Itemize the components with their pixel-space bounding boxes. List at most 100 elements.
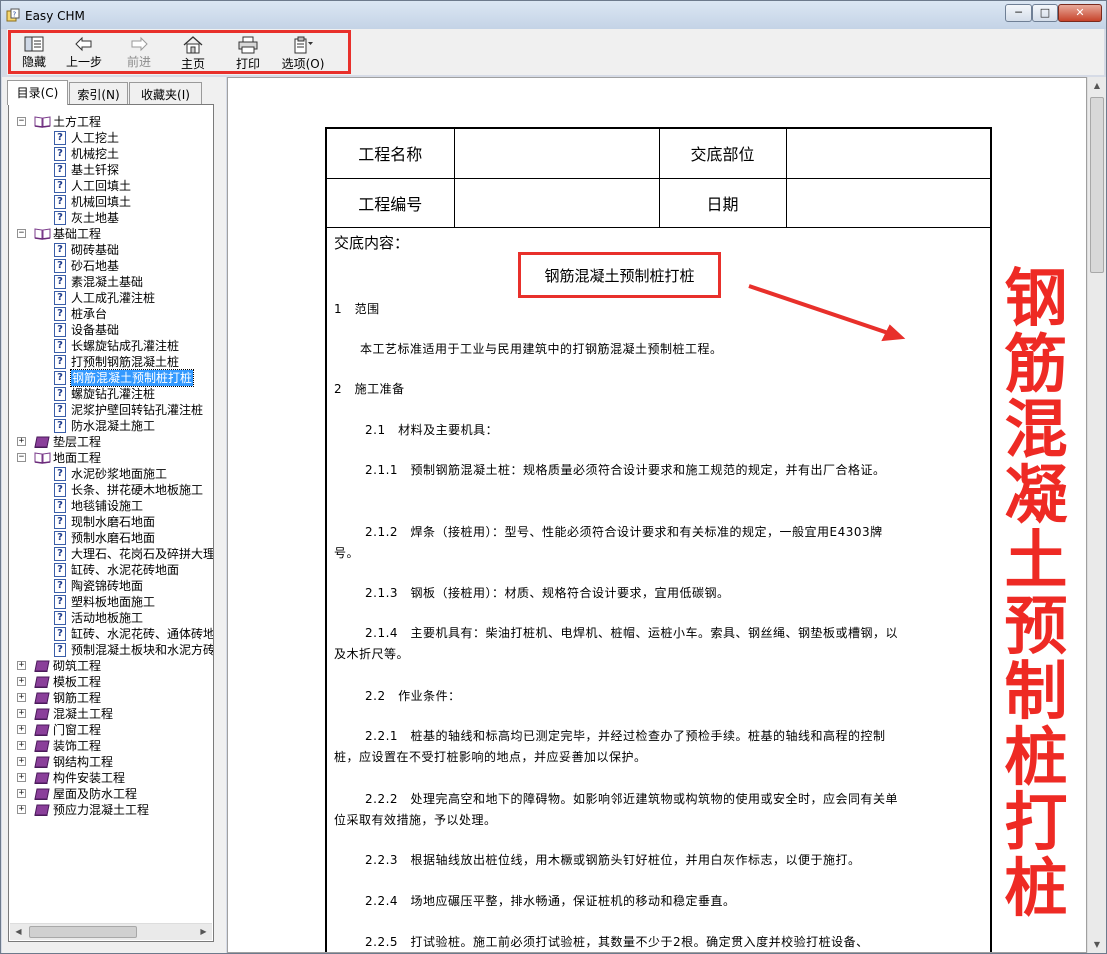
body-label: 交底内容： (334, 234, 410, 252)
tree-book-item[interactable]: + 钢结构工程 (9, 754, 209, 770)
contents-tree[interactable]: − 土方工程? 人工挖土? 机械挖土? 基土钎探? 人工回填土? 机械回填土? 灰土地基 − 基础… (8, 104, 214, 942)
expand-icon[interactable]: + (17, 725, 26, 734)
tree-item-label: 陶瓷锦砖地面 (71, 579, 144, 593)
expand-icon[interactable]: + (17, 757, 26, 766)
scroll-up-icon[interactable]: ▲ (1088, 77, 1106, 94)
expand-icon[interactable]: + (17, 741, 26, 750)
tree-topic-item[interactable]: ? 泥浆护壁回转钻孔灌注桩 (9, 402, 209, 418)
tree-item-label: 塑料板地面施工 (71, 595, 156, 609)
vertical-scrollbar[interactable]: ▲ ▼ (1087, 77, 1106, 953)
tree-topic-item[interactable]: ? 水泥砂浆地面施工 (9, 466, 209, 482)
help-page-icon: ? (54, 243, 66, 257)
tree-book-item[interactable]: + 装饰工程 (9, 738, 209, 754)
tree-topic-item[interactable]: ? 大理石、花岗石及碎拼大理 (9, 546, 213, 562)
tree-book-item[interactable]: − 地面工程 (9, 450, 209, 466)
tree-topic-item[interactable]: ? 机械回填土 (9, 194, 209, 210)
tree-topic-item[interactable]: ? 缸砖、水泥花砖、通体砖地 (9, 626, 213, 642)
scroll-thumb[interactable] (1090, 97, 1104, 273)
home-button[interactable]: 主页 (168, 33, 218, 73)
tree-book-item[interactable]: − 土方工程 (9, 114, 209, 130)
document-paragraph: 2.1 材料及主要机具： (365, 423, 499, 437)
tree-topic-item[interactable]: ? 人工挖土 (9, 130, 209, 146)
tree-item-label: 模板工程 (53, 675, 102, 689)
expand-icon[interactable]: + (17, 661, 26, 670)
tree-topic-item[interactable]: ? 陶瓷锦砖地面 (9, 578, 209, 594)
tree-topic-item[interactable]: ? 地毯铺设施工 (9, 498, 209, 514)
tree-topic-item[interactable]: ? 砂石地基 (9, 258, 209, 274)
help-page-icon: ? (54, 307, 66, 321)
help-page-icon: ? (54, 387, 66, 401)
close-button[interactable]: ✕ (1058, 4, 1102, 22)
tree-topic-item[interactable]: ? 基土钎探 (9, 162, 209, 178)
tree-topic-item[interactable]: ? 钢筋混凝土预制桩打桩 (9, 369, 209, 387)
tree-topic-item[interactable]: ? 素混凝土基础 (9, 274, 209, 290)
tree-topic-item[interactable]: ? 活动地板施工 (9, 610, 209, 626)
tree-topic-item[interactable]: ? 桩承台 (9, 306, 209, 322)
expand-icon[interactable]: + (17, 709, 26, 718)
tree-item-label: 基土钎探 (71, 163, 120, 177)
tree-book-item[interactable]: + 预应力混凝土工程 (9, 802, 209, 818)
pane-splitter[interactable] (220, 77, 226, 953)
tab-index[interactable]: 索引(N) (69, 82, 128, 105)
options-button[interactable]: 选项(O) (275, 33, 331, 73)
expand-icon[interactable]: + (17, 773, 26, 782)
help-page-icon: ? (54, 531, 66, 545)
tree-book-item[interactable]: − 基础工程 (9, 226, 209, 242)
scroll-left-icon[interactable]: ◀ (10, 924, 27, 940)
help-page-icon: ? (54, 419, 66, 433)
tree-book-item[interactable]: + 屋面及防水工程 (9, 786, 209, 802)
tree-topic-item[interactable]: ? 设备基础 (9, 322, 209, 338)
tab-contents[interactable]: 目录(C) (7, 80, 68, 105)
tree-item-label: 钢筋工程 (53, 691, 102, 705)
closed-book-icon (34, 676, 50, 688)
expand-icon[interactable]: + (17, 789, 26, 798)
forward-button[interactable]: 前进 (114, 33, 164, 73)
scroll-thumb[interactable] (29, 926, 137, 938)
scroll-right-icon[interactable]: ▶ (195, 924, 212, 940)
help-page-icon: ? (54, 515, 66, 529)
tab-favorites[interactable]: 收藏夹(I) (129, 82, 202, 105)
project-no-label: 工程编号 (327, 177, 455, 228)
expand-icon[interactable]: + (17, 437, 26, 446)
tree-topic-item[interactable]: ? 长条、拼花硬木地板施工 (9, 482, 209, 498)
scroll-down-icon[interactable]: ▼ (1088, 936, 1106, 953)
project-no-value (453, 177, 660, 228)
tree-book-item[interactable]: + 钢筋工程 (9, 690, 209, 706)
tree-topic-item[interactable]: ? 灰土地基 (9, 210, 209, 226)
tree-topic-item[interactable]: ? 缸砖、水泥花砖地面 (9, 562, 209, 578)
minimize-button[interactable]: ─ (1005, 4, 1032, 22)
arrow-right-icon (131, 36, 148, 52)
expand-icon[interactable]: + (17, 805, 26, 814)
tree-topic-item[interactable]: ? 塑料板地面施工 (9, 594, 209, 610)
hide-button[interactable]: 隐藏 (9, 33, 59, 73)
collapse-icon[interactable]: − (17, 229, 26, 238)
tree-topic-item[interactable]: ? 现制水磨石地面 (9, 514, 209, 530)
tree-topic-item[interactable]: ? 打预制钢筋混凝土桩 (9, 354, 209, 370)
tree-topic-item[interactable]: ? 机械挖土 (9, 146, 209, 162)
tree-topic-item[interactable]: ? 人工回填土 (9, 178, 209, 194)
tree-book-item[interactable]: + 模板工程 (9, 674, 209, 690)
collapse-icon[interactable]: − (17, 453, 26, 462)
tree-topic-item[interactable]: ? 防水混凝土施工 (9, 418, 209, 434)
tree-book-item[interactable]: + 构件安装工程 (9, 770, 209, 786)
tree-book-item[interactable]: + 门窗工程 (9, 722, 209, 738)
tree-topic-item[interactable]: ? 螺旋钻孔灌注桩 (9, 386, 209, 402)
maximize-button[interactable]: □ (1032, 4, 1058, 22)
expand-icon[interactable]: + (17, 677, 26, 686)
tree-book-item[interactable]: + 砌筑工程 (9, 658, 209, 674)
collapse-icon[interactable]: − (17, 117, 26, 126)
tree-book-item[interactable]: + 混凝土工程 (9, 706, 209, 722)
expand-icon[interactable]: + (17, 693, 26, 702)
tree-book-item[interactable]: + 垫层工程 (9, 434, 209, 450)
tree-topic-item[interactable]: ? 人工成孔灌注桩 (9, 290, 209, 306)
tree-topic-item[interactable]: ? 砌砖基础 (9, 242, 209, 258)
print-button[interactable]: 打印 (223, 33, 273, 73)
horizontal-scrollbar[interactable]: ◀ ▶ (10, 923, 212, 940)
tree-topic-item[interactable]: ? 预制混凝土板块和水泥方砖 (9, 642, 213, 658)
tree-topic-item[interactable]: ? 长螺旋钻成孔灌注桩 (9, 338, 209, 354)
back-button[interactable]: 上一步 (59, 33, 109, 73)
tree-topic-item[interactable]: ? 预制水磨石地面 (9, 530, 209, 546)
document-paragraph: 2.2.4 场地应碾压平整，排水畅通，保证桩机的移动和稳定垂直。 (365, 894, 736, 908)
document-paragraph: 2.1.1 预制钢筋混凝土桩：规格质量必须符合设计要求和施工规范的规定，并有出厂… (365, 463, 886, 477)
title-bar[interactable]: ? Easy CHM ─ □ ✕ (1, 1, 1106, 29)
